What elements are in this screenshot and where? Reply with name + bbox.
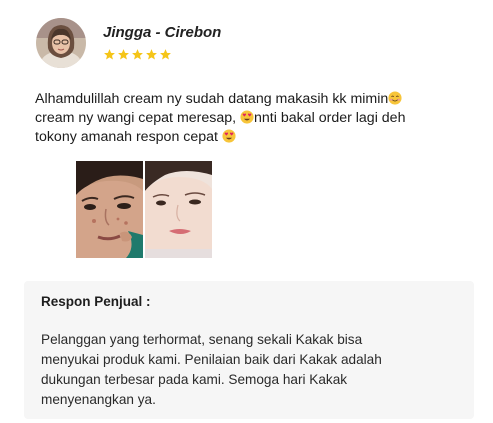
star-icon — [160, 49, 171, 60]
star-icon — [118, 49, 129, 60]
review-line: cream ny wangi cepat meresap, nnti bakal… — [35, 109, 455, 128]
seller-response-text: Pelanggan yang terhormat, senang sekali … — [41, 330, 461, 410]
reviewer-name: Jingga - Cirebon — [103, 24, 222, 41]
review-photo-after[interactable] — [145, 161, 212, 258]
reviewer-header: Jingga - Cirebon — [36, 18, 221, 74]
seller-response: Respon Penjual : Pelanggan yang terhorma… — [24, 281, 474, 419]
avatar[interactable] — [36, 18, 86, 68]
heart-eyes-emoji-icon — [222, 129, 236, 143]
star-icon — [104, 49, 115, 60]
seller-response-line: Pelanggan yang terhormat, senang sekali … — [41, 332, 363, 347]
seller-response-line: dukungan terbesar pada kami. Semoga hari… — [41, 372, 348, 387]
star-rating — [103, 48, 221, 61]
heart-eyes-emoji-icon — [240, 110, 254, 124]
review-line-text: nnti bakal order lagi deh — [254, 110, 406, 126]
seller-response-title: Respon Penjual : — [41, 294, 151, 309]
reviewer-info: Jingga - Cirebon — [103, 24, 221, 61]
review-line: Alhamdulillah cream ny sudah datang maka… — [35, 90, 455, 109]
review-photos — [76, 161, 212, 258]
review-line-text: cream ny wangi cepat meresap, — [35, 110, 241, 126]
review-photo-before[interactable] — [76, 161, 143, 258]
seller-response-line: menyukai produk kami. Penilaian baik dar… — [41, 352, 382, 367]
review-line-text: tokony amanah respon cepat — [35, 129, 222, 145]
review-line-text: Alhamdulillah cream ny sudah datang maka… — [35, 91, 389, 107]
review-line: tokony amanah respon cepat — [35, 128, 455, 147]
star-icon — [146, 49, 157, 60]
seller-response-line: menyenangkan ya. — [41, 392, 156, 407]
smiling-face-emoji-icon — [388, 91, 402, 105]
star-icon — [132, 49, 143, 60]
review-card: Jingga - Cirebon Alhamdulillah cream ny … — [0, 0, 493, 423]
review-text: Alhamdulillah cream ny sudah datang maka… — [35, 90, 455, 147]
